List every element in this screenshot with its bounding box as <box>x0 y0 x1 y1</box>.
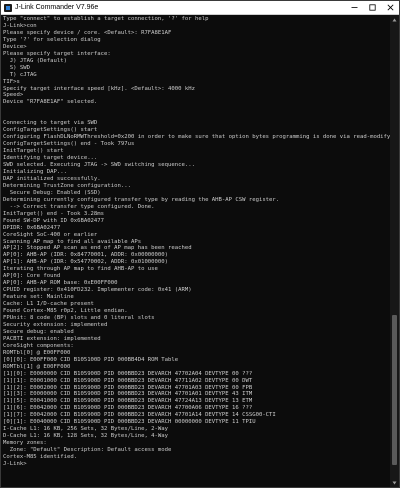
chevron-up-icon <box>392 18 397 21</box>
console-line: Determining TrustZone configuration... <box>3 182 131 189</box>
scroll-up-button[interactable] <box>390 15 399 24</box>
maximize-icon <box>368 4 376 11</box>
maximize-button[interactable] <box>363 1 381 14</box>
console-line: [1][0]: E0000000 CID B105900D PID 000BBD… <box>3 370 253 377</box>
console-line: CPUID register: 0x410FD232. Implementer … <box>3 287 192 294</box>
console-line: ConfigTargetSettings() start <box>3 127 98 134</box>
console-line: I-Cache L1: 16 KB, 256 Sets, 32 Bytes/Li… <box>3 426 169 433</box>
console-output[interactable]: Type "connect" to establish a target con… <box>1 15 390 487</box>
console-line: T) cJTAG <box>3 71 37 78</box>
chevron-down-icon <box>392 481 397 484</box>
console-line: Connecting to target via SWD <box>3 120 98 127</box>
console-line: [1][1]: E0001000 CID B105900D PID 000BBD… <box>3 377 253 384</box>
console-line: ROMTbl[1] @ E00FF000 <box>3 363 71 370</box>
console-line: InitTarget() start <box>3 148 64 155</box>
console-line: Scanning AP map to find all available AP… <box>3 238 142 245</box>
window-controls <box>345 1 399 14</box>
console-line: Device> <box>3 43 27 50</box>
console-line: Secure debug: enabled <box>3 328 74 335</box>
console-line: Initializing DAP... <box>3 168 67 175</box>
console-line: [0][0]: E00FF000 CID B105100D PID 000BB4… <box>3 356 179 363</box>
console-line: Memory zones: <box>3 440 47 447</box>
title-bar[interactable]: J-Link Commander V7.96e <box>1 1 399 15</box>
console-line: J-Link> <box>3 461 27 467</box>
console-line: Security extension: implemented <box>3 321 108 328</box>
window-title: J-Link Commander V7.96e <box>15 4 99 11</box>
scrollbar-thumb[interactable] <box>392 315 397 465</box>
console-line: --> Correct transfer type configured. Do… <box>3 203 155 210</box>
console-line: Please specify device / core. <Default>:… <box>3 29 172 36</box>
console-line: AP[0]: AHB-AP ROM base: 0xE00FF000 <box>3 280 118 287</box>
console-line: SWD selected. Executing JTAG -> SWD swit… <box>3 162 195 169</box>
minimize-icon <box>351 7 357 8</box>
console-line: DAP initialized successfully. <box>3 175 101 182</box>
console-line: ROMTbl[0] @ E00FF000 <box>3 349 71 356</box>
scroll-down-button[interactable] <box>390 478 399 487</box>
console-line: Zone: "Default" Description: Default acc… <box>3 447 172 454</box>
console-line: Cortex-M85 identified. <box>3 454 78 461</box>
console-line: S) SWD <box>3 64 30 71</box>
console-line: Found Cortex-M85 r0p2, Little endian. <box>3 308 128 315</box>
console-line: Specify target interface speed [kHz]. <D… <box>3 85 195 92</box>
console-line: J) JTAG (Default) <box>3 57 67 64</box>
console-line: CoreSight components: <box>3 342 74 349</box>
close-icon <box>387 4 393 11</box>
console-line: D-Cache L1: 16 KB, 128 Sets, 32 Bytes/Li… <box>3 433 169 440</box>
console-line: FPUnit: 8 code (BP) slots and 0 literal … <box>3 314 155 321</box>
console-line: Cache: L1 I/D-cache present <box>3 301 94 308</box>
console-line: Please specify target interface: <box>3 50 111 57</box>
console-line: [1][2]: E0002000 CID B105900D PID 000BBD… <box>3 384 253 391</box>
console-line: J-Link>con <box>3 22 37 29</box>
console-line: Device "R7FA8E1AF" selected. <box>3 99 98 106</box>
jlink-commander-window: J-Link Commander V7.96e Type "connect" t… <box>0 0 400 488</box>
console-line: InitTarget() end - Took 3.28ms <box>3 210 105 217</box>
console-line: [1][5]: E0041000 CID B105900D PID 000BBD… <box>3 398 253 405</box>
console-line: Secure Debug: Enabled (SSD) <box>3 189 101 196</box>
console-line: CoreSight SoC-400 or earlier <box>3 231 98 238</box>
console-line: AP[0]: AHB-AP (IDR: 0x84770001, ADDR: 0x… <box>3 252 169 259</box>
console-line: AP[1]: AHB-AP (IDR: 0x54770002, ADDR: 0x… <box>3 259 169 266</box>
console-line: PACBTI extension: implemented <box>3 335 101 342</box>
console-line: AP[0]: Core found <box>3 273 61 280</box>
vertical-scrollbar[interactable] <box>390 15 399 487</box>
console-line: Feature set: Mainline <box>3 294 74 301</box>
console-line: [1][6]: E0042000 CID B105900D PID 000BBD… <box>3 405 253 412</box>
minimize-button[interactable] <box>345 1 363 14</box>
console-line: Determining currently configured transfe… <box>3 196 280 203</box>
close-button[interactable] <box>381 1 399 14</box>
console-line: Iterating through AP map to find AHB-AP … <box>3 266 158 273</box>
console-line: TIF>s <box>3 78 20 85</box>
console-line: Found SW-DP with ID 0x6BA02477 <box>3 217 105 224</box>
console-line: [1][7]: E0042000 CID B105900D PID 000BBD… <box>3 412 276 419</box>
console-line: Type "connect" to establish a target con… <box>3 16 209 22</box>
terminal-app-icon[interactable] <box>4 3 12 12</box>
console-line: [0][1]: E0040000 CID B105900D PID 000BBD… <box>3 419 256 426</box>
console-line: Configuring FlashDLNoRMWThreshold=0x200 … <box>3 134 390 141</box>
console-line: [1][3]: E0000000 CID B105900D PID 000BBD… <box>3 391 253 398</box>
console-line: Type '?' for selection dialog <box>3 36 101 43</box>
console-line: Identifying target device... <box>3 155 98 162</box>
console-line: ConfigTargetSettings() end - Took 797us <box>3 141 135 148</box>
console-line: AP[2]: Stopped AP scan as end of AP map … <box>3 245 192 252</box>
console-line: DPIDR: 0x6BA02477 <box>3 224 61 231</box>
console-line: Speed> <box>3 92 24 99</box>
